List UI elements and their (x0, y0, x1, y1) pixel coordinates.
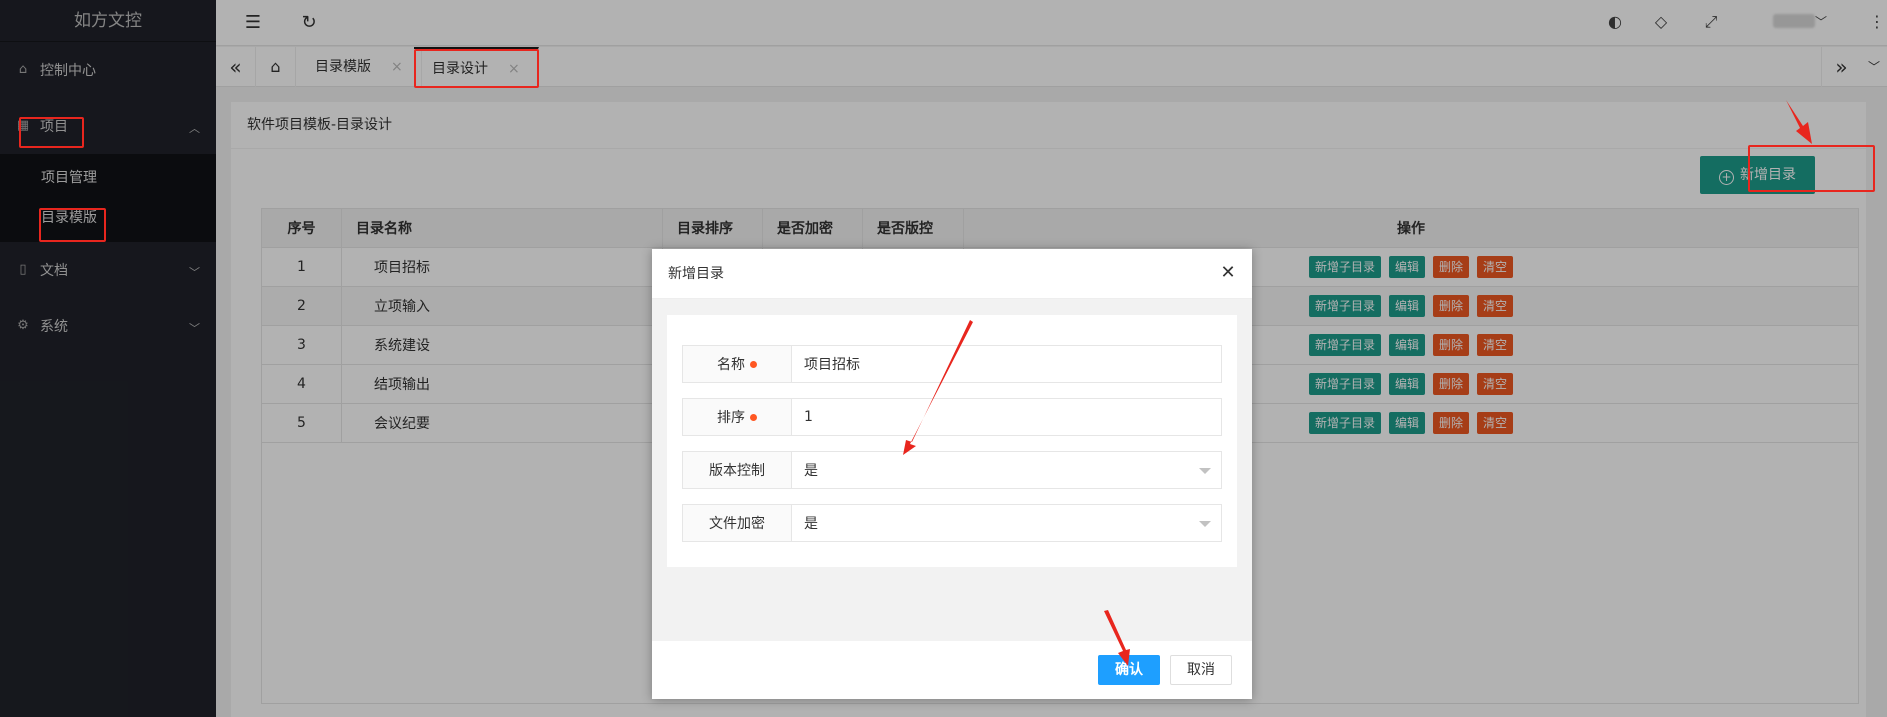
file-encryption-select[interactable]: 是 (792, 505, 1221, 541)
label-text: 排序 (717, 410, 745, 426)
name-input[interactable]: 项目招标 (792, 346, 1221, 382)
field-label: 版本控制 (683, 452, 792, 488)
close-icon[interactable]: ✕ (1218, 263, 1238, 283)
form-row-version-control: 版本控制 是 (682, 451, 1222, 489)
select-value: 是 (804, 463, 818, 479)
field-label: 排序 (683, 399, 792, 435)
version-control-select[interactable]: 是 (792, 452, 1221, 488)
cancel-button[interactable]: 取消 (1170, 655, 1232, 685)
label-text: 名称 (717, 357, 745, 373)
field-label: 文件加密 (683, 505, 792, 541)
required-dot-icon (750, 413, 757, 421)
sort-input[interactable]: 1 (792, 399, 1221, 435)
confirm-button[interactable]: 确认 (1098, 655, 1160, 685)
field-label: 名称 (683, 346, 792, 382)
form-row-file-encryption: 文件加密 是 (682, 504, 1222, 542)
select-value: 是 (804, 516, 818, 532)
dialog-title: 新增目录 (652, 249, 1252, 299)
form-row-sort: 排序 1 (682, 398, 1222, 436)
dialog-footer: 确认 取消 (652, 641, 1252, 699)
caret-down-icon (1199, 468, 1211, 474)
caret-down-icon (1199, 521, 1211, 527)
dialog-form: 名称 项目招标 排序 1 版本控制 是 文件加密 是 (667, 315, 1237, 567)
required-dot-icon (750, 360, 757, 368)
add-catalog-dialog: 新增目录 ✕ 名称 项目招标 排序 1 版本控制 是 文件加密 是 确认 取消 (652, 249, 1252, 699)
form-row-name: 名称 项目招标 (682, 345, 1222, 383)
